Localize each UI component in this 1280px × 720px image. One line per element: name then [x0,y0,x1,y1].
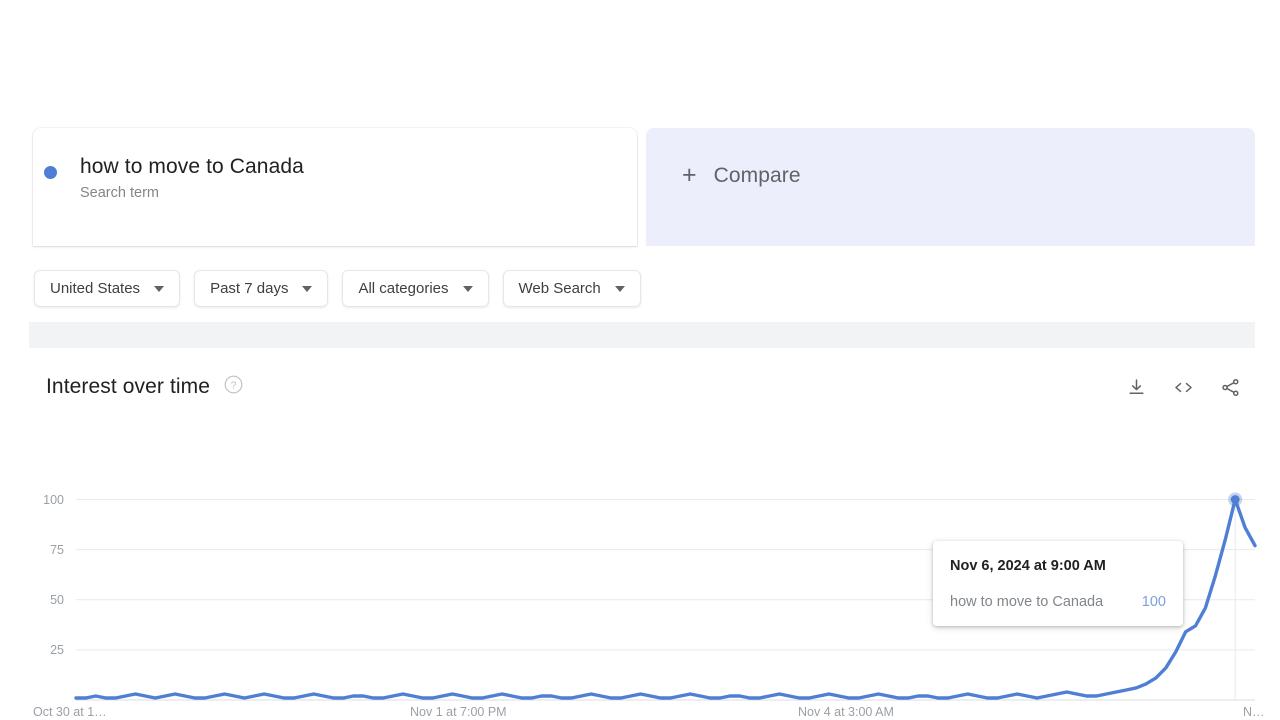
filter-category[interactable]: All categories [342,270,489,307]
series-color-dot [44,166,57,179]
compare-label: Compare [713,164,801,187]
chart-tooltip: Nov 6, 2024 at 9:00 AM how to move to Ca… [933,541,1183,626]
download-icon[interactable] [1126,377,1147,398]
filter-time-range-label: Past 7 days [210,279,289,297]
interest-over-time-panel: Interest over time ? [29,356,1255,720]
embed-code-icon[interactable] [1172,377,1195,398]
chevron-down-icon [302,285,313,292]
help-circle-icon[interactable]: ? [224,375,243,399]
filter-category-label: All categories [358,279,449,297]
filter-time-range[interactable]: Past 7 days [194,270,329,307]
share-icon[interactable] [1220,377,1241,398]
tooltip-series-name: how to move to Canada [950,594,1104,610]
chart-action-icons [1126,377,1241,398]
chart-header: Interest over time ? [46,374,243,400]
page-title: Interest over time [46,375,211,398]
x-axis-tick-label: N… [1243,705,1265,719]
section-divider-band [29,322,1255,348]
x-axis-tick-label: Oct 30 at 1… [33,705,107,719]
tooltip-series-value: 100 [1141,594,1166,610]
filter-location[interactable]: United States [34,270,181,307]
x-axis-tick-label: Nov 1 at 7:00 PM [410,705,507,719]
filter-search-type[interactable]: Web Search [502,270,641,307]
search-term-title: how to move to Canada [80,155,304,178]
filter-search-type-label: Web Search [518,279,601,297]
chevron-down-icon [614,285,625,292]
plus-icon: + [682,161,697,189]
svg-text:?: ? [231,379,237,391]
tooltip-row: how to move to Canada 100 [950,593,1166,611]
search-term-card[interactable]: how to move to Canada Search term [33,128,637,246]
chevron-down-icon [462,285,473,292]
search-term-subtitle: Search term [80,185,159,201]
filter-location-label: United States [50,279,141,297]
search-term-bar: how to move to Canada Search term + Comp… [33,128,1255,246]
chevron-down-icon [154,285,165,292]
y-axis-tick-label: 50 [50,592,64,607]
x-axis-tick-label: Nov 4 at 3:00 AM [798,705,894,719]
search-term-text: how to move to Canada Search term [80,154,304,203]
tooltip-date: Nov 6, 2024 at 9:00 AM [950,558,1106,574]
filter-bar: United States Past 7 days All categories… [34,270,641,307]
y-axis-tick-label: 25 [50,642,64,657]
y-axis-tick-label: 75 [50,542,64,557]
y-axis-tick-label: 100 [43,492,64,507]
compare-button[interactable]: + Compare [646,128,1255,246]
